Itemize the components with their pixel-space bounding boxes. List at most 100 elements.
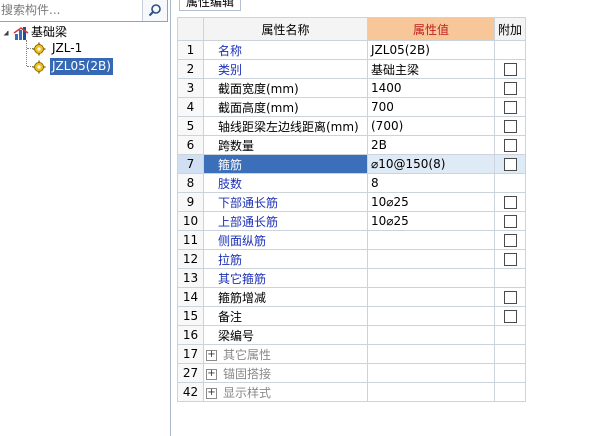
- row-number: 7: [177, 154, 204, 174]
- property-name: 其它属性: [223, 347, 272, 362]
- property-row[interactable]: 8 肢数 8: [177, 173, 527, 193]
- gear-icon: [32, 60, 46, 73]
- search-button[interactable]: [142, 0, 167, 21]
- property-row[interactable]: 3 截面宽度(mm) 1400: [177, 78, 527, 98]
- column-header-name: 属性名称: [203, 17, 368, 41]
- extra-checkbox[interactable]: [503, 63, 517, 76]
- property-value-cell[interactable]: [367, 344, 495, 364]
- property-name: 箍筋: [218, 157, 243, 172]
- property-name: 其它箍筋: [218, 271, 267, 286]
- property-grid: 属性名称 属性值 附加 1 名称 JZL05(2B) 2 类别 基础主梁 3 截面宽度(mm)…: [177, 17, 527, 402]
- extra-cell: [493, 40, 527, 60]
- property-name-cell: 下部通长筋: [203, 192, 368, 212]
- property-value-cell[interactable]: 2B: [367, 135, 495, 155]
- tree-root-label: 基础梁: [31, 25, 68, 39]
- collapse-arrow-icon[interactable]: [2, 29, 10, 37]
- property-row[interactable]: 9 下部通长筋 10⌀25: [177, 192, 527, 212]
- extra-checkbox[interactable]: [503, 234, 517, 247]
- property-value-cell[interactable]: [367, 230, 495, 250]
- property-name-cell: 名称: [203, 40, 368, 60]
- property-value-cell[interactable]: JZL05(2B): [367, 40, 495, 60]
- row-number: 6: [177, 135, 204, 155]
- column-header-extra: 附加: [493, 17, 527, 41]
- extra-cell: [493, 135, 527, 155]
- plus-expand-icon[interactable]: +: [206, 368, 217, 380]
- property-row[interactable]: 27 + 锚固搭接: [177, 363, 527, 383]
- extra-checkbox[interactable]: [503, 253, 517, 266]
- plus-expand-icon[interactable]: +: [206, 387, 217, 399]
- property-name-cell: 肢数: [203, 173, 368, 193]
- property-value-cell[interactable]: [367, 287, 495, 307]
- search-input[interactable]: [0, 0, 145, 21]
- property-name: 跨数量: [218, 138, 255, 153]
- extra-checkbox[interactable]: [503, 291, 517, 304]
- property-name-cell: + 其它属性: [203, 344, 368, 364]
- tree-node-root[interactable]: 基础梁: [0, 24, 69, 41]
- property-row[interactable]: 10 上部通长筋 10⌀25: [177, 211, 527, 231]
- property-row[interactable]: 2 类别 基础主梁: [177, 59, 527, 79]
- property-row[interactable]: 12 拉筋: [177, 249, 527, 269]
- extra-cell: [493, 306, 527, 326]
- property-name-cell: 备注: [203, 306, 368, 326]
- property-name: 截面高度(mm): [218, 100, 299, 115]
- row-number: 3: [177, 78, 204, 98]
- property-name: 轴线距梁左边线距离(mm): [218, 119, 359, 134]
- property-name: 类别: [218, 62, 243, 77]
- property-value-cell[interactable]: 10⌀25: [367, 211, 495, 231]
- extra-checkbox[interactable]: [503, 120, 517, 133]
- extra-checkbox[interactable]: [503, 215, 517, 228]
- property-row[interactable]: 1 名称 JZL05(2B): [177, 40, 527, 60]
- property-row[interactable]: 15 备注: [177, 306, 527, 326]
- property-value-cell[interactable]: 1400: [367, 78, 495, 98]
- property-value-cell[interactable]: [367, 325, 495, 345]
- row-number: 17: [177, 344, 204, 364]
- extra-checkbox[interactable]: [503, 196, 517, 209]
- property-row[interactable]: 6 跨数量 2B: [177, 135, 527, 155]
- grid-header-row: 属性名称 属性值 附加: [177, 17, 527, 41]
- property-name-cell: 跨数量: [203, 135, 368, 155]
- extra-checkbox[interactable]: [503, 82, 517, 95]
- property-row[interactable]: 13 其它箍筋: [177, 268, 527, 288]
- property-name-cell: 梁编号: [203, 325, 368, 345]
- tree-item-jzl05[interactable]: JZL05(2B): [32, 58, 113, 75]
- tree-connector: [26, 40, 27, 66]
- extra-checkbox[interactable]: [503, 310, 517, 323]
- property-value-cell[interactable]: [367, 382, 495, 402]
- property-name-cell: + 锚固搭接: [203, 363, 368, 383]
- extra-checkbox[interactable]: [503, 158, 517, 171]
- property-value-cell[interactable]: [367, 268, 495, 288]
- extra-cell: [493, 363, 527, 383]
- tab-property-edit[interactable]: 属性编辑: [179, 0, 242, 11]
- property-name-cell: 箍筋: [203, 154, 368, 174]
- extra-checkbox[interactable]: [503, 139, 517, 152]
- extra-cell: [493, 116, 527, 136]
- extra-cell: [493, 192, 527, 212]
- property-row[interactable]: 17 + 其它属性: [177, 344, 527, 364]
- property-row[interactable]: 11 侧面纵筋: [177, 230, 527, 250]
- property-row[interactable]: 7 箍筋 ⌀10@150(8): [177, 154, 527, 174]
- extra-cell: [493, 78, 527, 98]
- property-value-cell[interactable]: (700): [367, 116, 495, 136]
- property-value-cell[interactable]: [367, 249, 495, 269]
- property-value-cell[interactable]: 700: [367, 97, 495, 117]
- extra-cell: [493, 344, 527, 364]
- property-name: 箍筋增减: [218, 290, 267, 305]
- extra-checkbox[interactable]: [503, 101, 517, 114]
- property-value-cell[interactable]: 10⌀25: [367, 192, 495, 212]
- property-row[interactable]: 14 箍筋增减: [177, 287, 527, 307]
- component-tree-pane: 基础梁 JZL-1 JZL05(2B): [0, 0, 171, 436]
- property-value-cell[interactable]: ⌀10@150(8): [367, 154, 495, 174]
- tree-item-jzl-1[interactable]: JZL-1: [32, 40, 84, 57]
- property-value-cell[interactable]: 基础主梁: [367, 59, 495, 79]
- tree-item-label: JZL05(2B): [50, 58, 113, 75]
- property-row[interactable]: 5 轴线距梁左边线距离(mm) (700): [177, 116, 527, 136]
- property-row[interactable]: 42 + 显示样式: [177, 382, 527, 402]
- property-row[interactable]: 16 梁编号: [177, 325, 527, 345]
- property-value-cell[interactable]: [367, 306, 495, 326]
- property-value-cell[interactable]: [367, 363, 495, 383]
- plus-expand-icon[interactable]: +: [206, 349, 217, 361]
- property-value-cell[interactable]: 8: [367, 173, 495, 193]
- property-row[interactable]: 4 截面高度(mm) 700: [177, 97, 527, 117]
- beam-group-icon: [13, 26, 29, 40]
- row-number: 12: [177, 249, 204, 269]
